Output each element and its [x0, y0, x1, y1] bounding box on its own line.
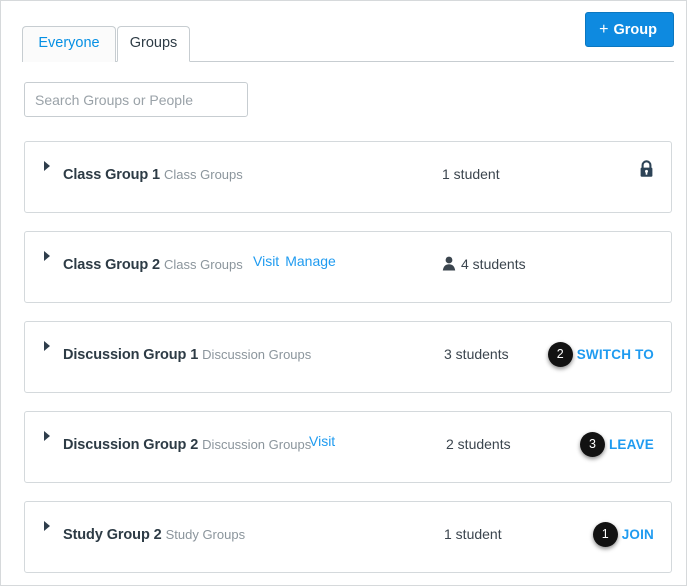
- group-link-visit[interactable]: Visit: [309, 433, 335, 449]
- person-icon: [442, 256, 456, 271]
- group-row-right: 1 JOIN: [592, 522, 654, 547]
- student-count-label: 2 students: [446, 436, 511, 452]
- step-badge: 2: [547, 342, 573, 367]
- group-category: Discussion Groups: [202, 437, 312, 452]
- expand-caret-icon[interactable]: [44, 521, 50, 531]
- student-count-label: 4 students: [461, 256, 526, 272]
- group-row[interactable]: Discussion Group 2 Discussion Groups Visit…: [24, 411, 672, 483]
- expand-caret-icon[interactable]: [44, 341, 50, 351]
- group-title: Study Group 2 Study Groups: [63, 526, 245, 544]
- group-link-manage[interactable]: Manage: [285, 253, 336, 269]
- group-title: Class Group 1 Class Groups: [63, 166, 243, 184]
- plus-icon: +: [599, 21, 609, 38]
- group-inline-links: Visit Manage: [253, 253, 336, 271]
- group-category: Study Groups: [165, 527, 246, 542]
- student-count: 3 students: [444, 346, 509, 362]
- group-category: Discussion Groups: [202, 347, 312, 362]
- group-name: Study Group 2: [63, 527, 162, 543]
- expand-caret-icon[interactable]: [44, 161, 50, 171]
- add-group-button[interactable]: + Group: [585, 12, 674, 47]
- group-link-visit[interactable]: Visit: [253, 253, 279, 269]
- student-count: 1 student: [442, 166, 500, 182]
- expand-caret-icon[interactable]: [44, 431, 50, 441]
- expand-caret-icon[interactable]: [44, 251, 50, 261]
- group-row[interactable]: Discussion Group 1 Discussion Groups 3 stu…: [24, 321, 672, 393]
- group-category: Class Groups: [164, 167, 243, 182]
- tab-bar: Everyone Groups + Group: [1, 1, 686, 63]
- groups-page: Everyone Groups +Group Class Group 1Clas…: [0, 0, 687, 586]
- tab-everyone[interactable]: Everyone: [22, 26, 116, 62]
- group-inline-links: Visit: [309, 433, 335, 451]
- group-title: Discussion Group 2 Discussion Groups: [63, 436, 311, 454]
- group-action-leave[interactable]: LEAVE: [609, 437, 654, 452]
- student-count: 4 students: [442, 256, 526, 272]
- group-row[interactable]: Class Group 1 Class Groups 1 student: [24, 141, 672, 213]
- step-badge: 3: [579, 432, 605, 457]
- tab-groups[interactable]: Groups: [117, 26, 190, 62]
- student-count-label: 1 student: [444, 526, 502, 542]
- group-row[interactable]: Study Group 2 Study Groups 1 student 1 JOIN: [24, 501, 672, 573]
- group-row[interactable]: Class Group 2 Class Groups Visit Manage 4 st…: [24, 231, 672, 303]
- student-count-label: 3 students: [444, 346, 509, 362]
- group-title: Discussion Group 1 Discussion Groups: [63, 346, 311, 364]
- group-row-right: 2 SWITCH TO: [547, 342, 654, 367]
- step-badge: 1: [592, 522, 618, 547]
- group-name: Discussion Group 1: [63, 347, 199, 363]
- group-list: Class Group 1 Class Groups 1 student Class …: [24, 141, 672, 585]
- group-row-right: [639, 160, 654, 178]
- lock-icon: [640, 160, 653, 177]
- group-name: Class Group 2: [63, 257, 161, 273]
- group-category: Class Groups: [164, 257, 243, 272]
- add-group-button-label: Group: [613, 22, 658, 38]
- group-name: Class Group 1: [63, 167, 161, 183]
- group-row-right: 3 LEAVE: [579, 432, 654, 457]
- group-action-switch-to[interactable]: SWITCH TO: [577, 347, 654, 362]
- group-action-join[interactable]: JOIN: [622, 527, 654, 542]
- student-count: 1 student: [444, 526, 502, 542]
- student-count: 2 students: [446, 436, 511, 452]
- group-name: Discussion Group 2: [63, 437, 199, 453]
- group-title: Class Group 2 Class Groups: [63, 256, 243, 274]
- student-count-label: 1 student: [442, 166, 500, 182]
- search-input[interactable]: [24, 82, 248, 117]
